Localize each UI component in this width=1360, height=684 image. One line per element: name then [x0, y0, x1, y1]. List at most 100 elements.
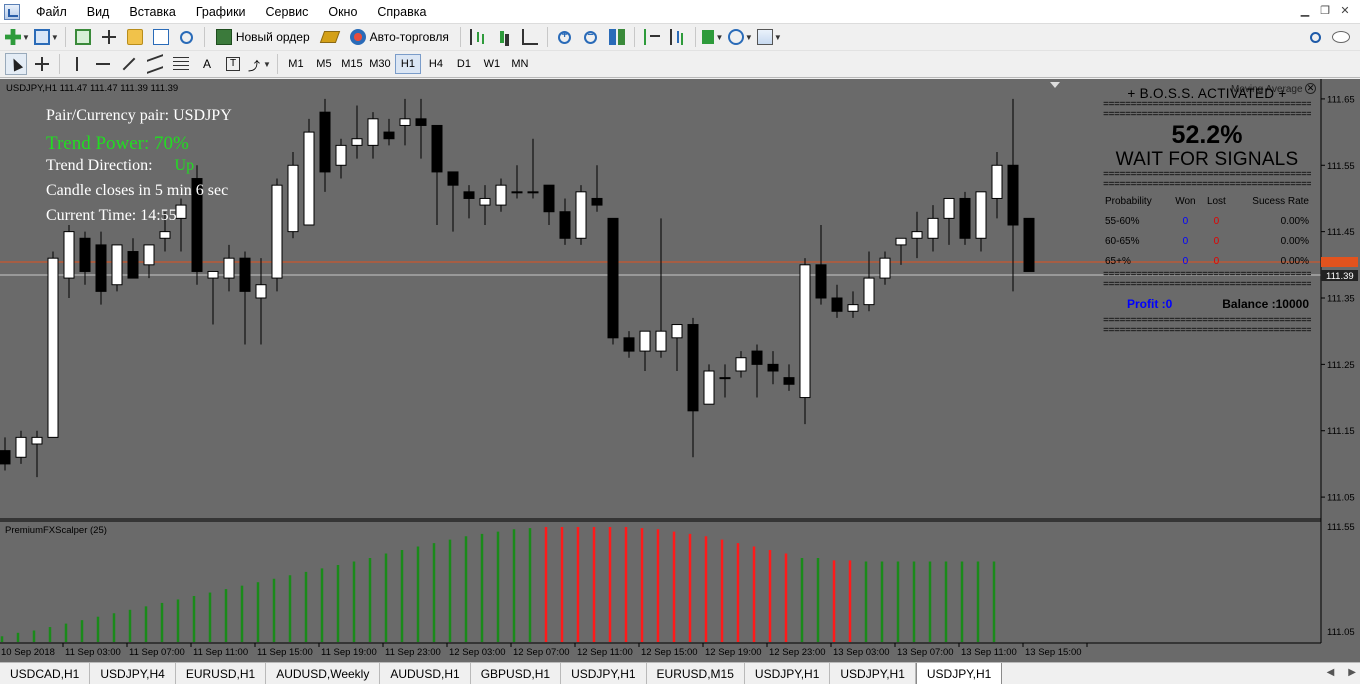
menu-charts[interactable]: Графики	[186, 0, 256, 24]
candle-bull	[335, 144, 347, 166]
data-window-button[interactable]	[98, 26, 120, 48]
chart-shift-marker-icon[interactable]	[1050, 82, 1060, 88]
menu-insert[interactable]: Вставка	[119, 0, 185, 24]
new-order-button[interactable]: Новый ордер	[211, 26, 315, 48]
zoom-out-button[interactable]	[580, 26, 602, 48]
channel-button[interactable]	[144, 53, 166, 75]
terminal-button[interactable]	[150, 26, 172, 48]
periods-button[interactable]: ▼	[727, 26, 753, 48]
chart-tab-active[interactable]: USDJPY,H1	[915, 663, 1003, 684]
indicator-bars-group	[0, 527, 996, 642]
terminal-icon	[152, 29, 169, 45]
new-chart-icon	[5, 29, 21, 45]
time-axis-label: 13 Sep 07:00	[897, 647, 954, 658]
timeframe-m1[interactable]: M1	[283, 54, 309, 74]
boss-separator: ========================================…	[1103, 327, 1311, 337]
gold-button[interactable]	[319, 26, 341, 48]
timeframe-m15[interactable]: M15	[339, 54, 365, 74]
chart-tab[interactable]: AUDUSD,H1	[380, 663, 471, 684]
menu-window[interactable]: Окно	[318, 0, 367, 24]
chart-tab[interactable]: USDCAD,H1	[0, 663, 91, 684]
candle-bear	[1023, 217, 1035, 272]
boss-status: WAIT FOR SIGNALS	[1115, 149, 1299, 170]
time-axis-label: 13 Sep 03:00	[833, 647, 890, 658]
indicator-label: PremiumFXScalper (25)	[5, 525, 107, 536]
templates-button[interactable]: ▼	[756, 26, 782, 48]
trendline-icon	[122, 57, 136, 71]
text-button[interactable]: A	[196, 53, 218, 75]
table-row: 60-65% 0 0 0.00%	[1103, 231, 1311, 251]
chat-button[interactable]	[1330, 26, 1352, 48]
candle-bull	[975, 191, 987, 239]
timeframe-d1[interactable]: D1	[451, 54, 477, 74]
text-label-button[interactable]: T	[222, 53, 244, 75]
vertical-line-button[interactable]	[66, 53, 88, 75]
menu-tools[interactable]: Сервис	[256, 0, 319, 24]
timeframe-h1[interactable]: H1	[394, 54, 421, 74]
chart-window[interactable]: 111.65 111.55 111.45 111.35 111.25 111.15 111.…	[0, 79, 1360, 662]
menu-help[interactable]: Справка	[367, 0, 436, 24]
tab-scroll-right-icon[interactable]: ▶	[1348, 667, 1356, 678]
tab-scroll-left-icon[interactable]: ◀	[1327, 667, 1335, 678]
navigator-button[interactable]	[124, 26, 146, 48]
close-icon[interactable]: ✕	[1336, 4, 1354, 20]
time-axis-label: 13 Sep 11:00	[961, 647, 1017, 658]
menu-file[interactable]: Файл	[26, 0, 77, 24]
crosshair-button[interactable]	[31, 53, 53, 75]
candle-bull	[399, 118, 411, 126]
bid-price-value: 111.39	[1326, 271, 1354, 282]
tile-windows-button[interactable]	[606, 26, 628, 48]
cursor-button[interactable]	[5, 53, 27, 75]
tile-windows-icon	[608, 29, 625, 45]
chart-shift-button[interactable]	[641, 26, 663, 48]
timeframe-m5[interactable]: M5	[311, 54, 337, 74]
timeframe-w1[interactable]: W1	[479, 54, 505, 74]
chart-tab[interactable]: AUDUSD,Weekly	[266, 663, 381, 684]
minimize-icon[interactable]: ▁	[1296, 4, 1314, 20]
zoom-out-icon	[584, 29, 598, 44]
row-lost: 0	[1213, 255, 1220, 267]
indicators-button[interactable]: ▼	[702, 26, 724, 48]
candle-bear	[1007, 164, 1019, 226]
candle-bull	[639, 330, 651, 352]
standard-toolbar: ▼ ▼ Новый ордер Авто-торговля ▼ ▼ ▼	[0, 24, 1360, 51]
auto-scroll-button[interactable]	[667, 26, 689, 48]
chart-tab[interactable]: USDJPY,H4	[90, 663, 176, 684]
profiles-button[interactable]: ▼	[33, 26, 59, 48]
candle-bull	[47, 257, 59, 438]
horizontal-line-icon	[96, 63, 110, 65]
menu-view[interactable]: Вид	[77, 0, 120, 24]
timeframe-mn[interactable]: MN	[507, 54, 533, 74]
timeframe-m30[interactable]: M30	[367, 54, 393, 74]
shapes-button[interactable]: ⤴ ▼	[248, 53, 271, 75]
chart-tab[interactable]: USDJPY,H1	[830, 663, 916, 684]
chart-tab[interactable]: USDJPY,H1	[744, 663, 831, 684]
new-chart-button[interactable]: ▼	[5, 26, 30, 48]
time-axis-label: 11 Sep 15:00	[257, 647, 313, 658]
chart-tab[interactable]: GBPUSD,H1	[470, 663, 562, 684]
tab-scroll: ◀ ▶	[1327, 667, 1356, 678]
candle-bull	[207, 270, 219, 279]
market-watch-button[interactable]	[72, 26, 94, 48]
header-probability: Probability	[1105, 195, 1152, 207]
toolbar-separator	[203, 27, 205, 47]
trendline-button[interactable]	[118, 53, 140, 75]
auto-trading-button[interactable]: Авто-торговля	[345, 26, 454, 48]
horizontal-line-button[interactable]	[92, 53, 114, 75]
chart-tab[interactable]: EURUSD,H1	[175, 663, 267, 684]
search-button[interactable]	[1304, 26, 1326, 48]
timeframe-h4[interactable]: H4	[423, 54, 449, 74]
fibonacci-button[interactable]	[170, 53, 192, 75]
auto-trading-icon	[349, 29, 366, 45]
zoom-in-button[interactable]	[554, 26, 576, 48]
line-chart-button[interactable]	[519, 26, 541, 48]
text-label-icon: T	[226, 57, 240, 71]
candlestick-button[interactable]	[493, 26, 515, 48]
bar-chart-button[interactable]	[467, 26, 489, 48]
strategy-tester-button[interactable]	[176, 26, 198, 48]
candle-bull	[223, 257, 235, 279]
chart-tab[interactable]: USDJPY,H1	[561, 663, 647, 684]
channel-icon	[147, 54, 163, 74]
restore-icon[interactable]: ❐	[1316, 4, 1334, 20]
chart-tab[interactable]: EURUSD,M15	[646, 663, 745, 684]
